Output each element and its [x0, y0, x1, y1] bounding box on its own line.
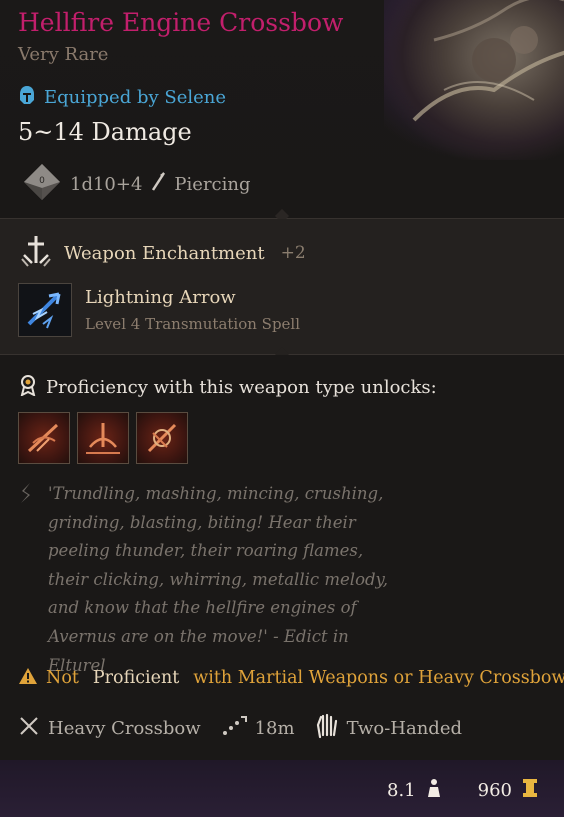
- damage-range: 5~14 Damage: [18, 118, 192, 146]
- handedness-label: Two-Handed: [346, 717, 463, 739]
- warning-detail: with Martial Weapons or Heavy Crossbows: [193, 668, 564, 688]
- item-name: Hellfire Engine Crossbow: [18, 8, 344, 37]
- damage-dice: 1d10+4: [70, 173, 143, 195]
- spell-name: Lightning Arrow: [85, 287, 236, 308]
- hamstring-shot-icon[interactable]: [136, 412, 188, 464]
- d10-dice-icon: 0: [22, 162, 62, 206]
- weapon-range-label: 18m: [254, 717, 295, 739]
- lightning-arrow-icon[interactable]: [18, 283, 72, 337]
- flavor-quote: 'Trundling, mashing, mincing, crushing, …: [48, 484, 388, 675]
- proficiency-badge-icon: [18, 374, 38, 400]
- spell-description: Level 4 Transmutation Spell: [85, 315, 301, 333]
- warning-proficient: Proficient: [92, 668, 180, 688]
- weapon-enchantment-icon: [18, 233, 54, 273]
- proficiency-label: Proficiency with this weapon type unlock…: [46, 376, 437, 398]
- weight-icon: [426, 778, 442, 802]
- range-icon: [221, 715, 247, 741]
- warning-not: Not: [46, 668, 79, 688]
- weapon-type: Heavy Crossbow: [18, 715, 201, 741]
- weapon-type-label: Heavy Crossbow: [48, 717, 201, 739]
- weapon-enchantment-value: +2: [280, 243, 306, 263]
- weapon-properties: Heavy Crossbow 18m Two-Handed: [18, 713, 482, 743]
- piercing-shot-icon[interactable]: [18, 412, 70, 464]
- tooltip-header: Hellfire Engine Crossbow Very Rare Equip…: [0, 0, 564, 218]
- damage-type: Piercing: [174, 173, 251, 195]
- two-handed-icon: [315, 713, 339, 743]
- weapon-enchantment-label: Weapon Enchantment: [64, 242, 265, 264]
- proficiency-row: Proficiency with this weapon type unlock…: [18, 375, 437, 399]
- gold-coin-icon: [522, 778, 538, 802]
- quill-icon: [18, 481, 34, 515]
- item-art: [384, 0, 564, 160]
- crossed-weapons-icon: [18, 715, 40, 741]
- equipped-by-text: Equipped by Selene: [44, 86, 227, 108]
- details-section: Proficiency with this weapon type unlock…: [0, 355, 564, 755]
- tooltip-footer: 8.1 960: [0, 760, 564, 817]
- weapon-range: 18m: [221, 715, 295, 741]
- weight-value-row: 8.1 960: [387, 778, 538, 802]
- weapon-handedness: Two-Handed: [315, 713, 462, 743]
- weapon-enchantment-row: Weapon Enchantment +2: [18, 235, 306, 271]
- equipped-by: Equipped by Selene: [18, 85, 226, 109]
- item-rarity: Very Rare: [18, 44, 109, 65]
- brace-ranged-icon[interactable]: [77, 412, 129, 464]
- item-tooltip: Hellfire Engine Crossbow Very Rare Equip…: [0, 0, 564, 817]
- damage-dice-row: 0 1d10+4 Piercing: [22, 164, 251, 204]
- svg-text:0: 0: [39, 176, 45, 186]
- weight-value: 8.1: [387, 779, 416, 801]
- piercing-icon: [150, 171, 166, 197]
- warning-icon: [18, 667, 38, 689]
- enchantment-section: Weapon Enchantment +2 Lightning Arrow Le…: [0, 219, 564, 354]
- gold-value: 960: [477, 779, 512, 801]
- character-helmet-icon: [18, 85, 36, 109]
- proficiency-warning: Not Proficient with Martial Weapons or H…: [18, 666, 564, 690]
